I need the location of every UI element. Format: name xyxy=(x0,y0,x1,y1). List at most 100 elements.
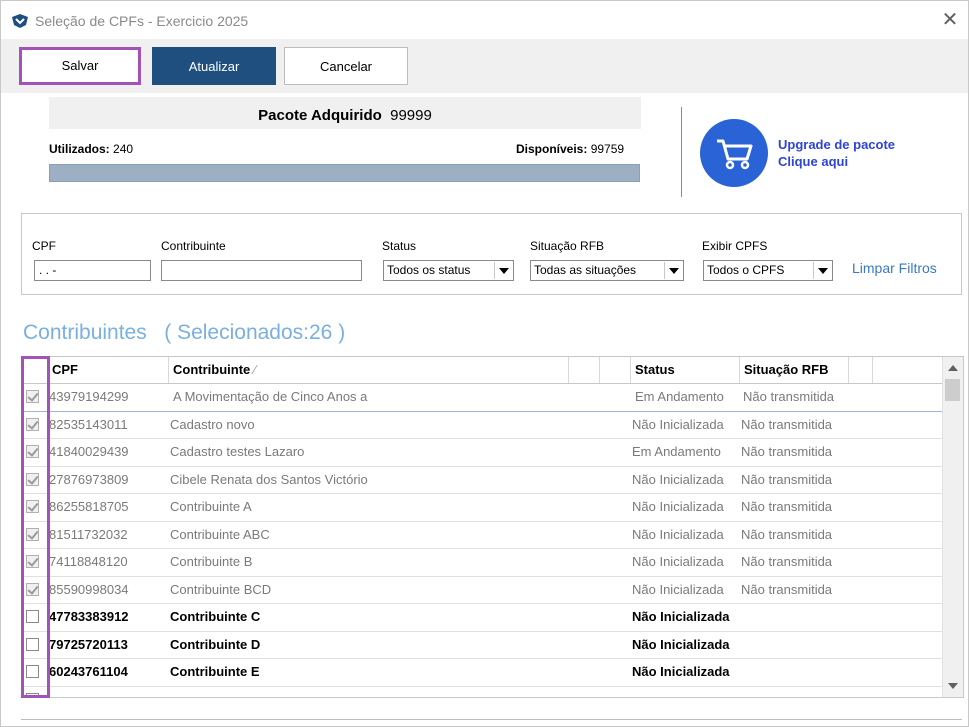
selected-count: ( Selecionados:26 ) xyxy=(164,321,346,344)
cell-contribuinte: Contribuinte E xyxy=(170,664,260,679)
status-select[interactable]: Todos os status xyxy=(383,260,514,281)
app-logo-icon xyxy=(11,13,29,29)
cell-status: Em Andamento xyxy=(635,389,724,404)
cell-cpf: 79725720113 xyxy=(49,636,128,652)
header-blank-3[interactable] xyxy=(849,357,873,383)
cell-situacao: Não transmitida xyxy=(741,471,833,487)
header-select-column[interactable] xyxy=(22,357,48,383)
table-row[interactable]: 41840029439 Cadastro testes Lazaro Em Anda… xyxy=(22,439,943,467)
chevron-down-icon[interactable] xyxy=(664,262,682,279)
sort-icon: ⁄ xyxy=(253,362,257,377)
cell-status: Não Inicializada xyxy=(632,636,730,652)
cell-status: Não Inicializada xyxy=(632,664,730,679)
close-icon[interactable]: ✕ xyxy=(939,9,961,31)
upgrade-line2: Clique aqui xyxy=(778,154,849,169)
save-button[interactable]: Salvar xyxy=(19,47,141,85)
upgrade-link[interactable]: Upgrade de pacote Clique aqui xyxy=(778,136,895,170)
table-row[interactable]: 27876973809 Cibele Renata dos Santos Vict… xyxy=(22,467,943,494)
cell-cpf: 85590998034 xyxy=(49,581,129,597)
cell-contribuinte: Cadastro novo xyxy=(170,416,255,432)
cell-status: Não Inicializada xyxy=(632,471,724,487)
cell-cpf: 27876973809 xyxy=(49,471,129,487)
cell-status: Não Inicializada xyxy=(632,416,724,432)
cell-cpf: 41840029439 xyxy=(49,444,129,459)
exibir-select[interactable]: Todos o CPFS xyxy=(703,260,833,281)
row-checkbox[interactable] xyxy=(26,665,39,678)
usage-progress-fill xyxy=(50,165,52,181)
cell-cpf: 81511732032 xyxy=(49,526,128,542)
row-checkbox[interactable] xyxy=(26,417,39,431)
title-bar: Seleção de CPFs - Exercicio 2025 ✕ xyxy=(1,1,968,39)
situacao-select[interactable]: Todas as situações xyxy=(530,260,684,281)
cell-contribuinte: Contribuinte D xyxy=(170,636,261,652)
grid-header: CPF Contribuinte ⁄ Status Situação RFB xyxy=(22,357,943,384)
row-checkbox[interactable] xyxy=(26,390,39,403)
cell-cpf: 74118848120 xyxy=(49,554,128,569)
row-checkbox[interactable] xyxy=(26,445,39,458)
status-filter-label: Status xyxy=(382,239,417,253)
cell-status: Não Inicializada xyxy=(632,526,724,542)
usage-progress-bar xyxy=(49,164,640,182)
divider xyxy=(681,107,682,197)
table-row[interactable]: 79725720113 Contribuinte D Não Inicializad… xyxy=(22,632,943,659)
package-header: Pacote Adquirido 99999 xyxy=(49,97,641,129)
used-label: Utilizados: xyxy=(49,142,110,156)
header-contribuinte[interactable]: Contribuinte ⁄ xyxy=(169,357,569,383)
cpf-filter-input[interactable]: . . - xyxy=(34,260,151,281)
row-checkbox[interactable] xyxy=(26,527,39,541)
table-row[interactable]: 47783383912 Contribuinte C Não Inicializad… xyxy=(22,604,943,632)
table-row[interactable] xyxy=(22,687,943,697)
cell-situacao: Não transmitida xyxy=(743,389,835,404)
vertical-scrollbar[interactable] xyxy=(942,357,963,697)
row-checkbox[interactable] xyxy=(26,472,39,486)
package-total: 99999 xyxy=(390,107,432,124)
table-row[interactable]: 82535143011 Cadastro novo Não Inicializada… xyxy=(22,412,943,439)
cancel-button[interactable]: Cancelar xyxy=(284,47,408,85)
cell-cpf: 82535143011 xyxy=(49,416,128,432)
chevron-down-icon[interactable] xyxy=(494,262,512,279)
cell-cpf: 60243761104 xyxy=(49,664,128,679)
cell-situacao: Não transmitida xyxy=(741,526,833,542)
scroll-thumb[interactable] xyxy=(945,379,960,401)
cell-cpf: 43979194299 xyxy=(49,389,129,404)
dialog-window: Seleção de CPFs - Exercicio 2025 ✕ Salva… xyxy=(0,0,969,727)
table-row[interactable]: 60243761104 Contribuinte E Não Inicializad… xyxy=(22,659,943,687)
cell-status: Em Andamento xyxy=(632,444,721,459)
header-situacao[interactable]: Situação RFB xyxy=(740,357,849,383)
table-row[interactable]: 74118848120 Contribuinte B Não Inicializad… xyxy=(22,549,943,577)
available-info: Disponíveis: 99759 xyxy=(516,142,624,156)
cell-contribuinte: Cadastro testes Lazaro xyxy=(170,444,305,459)
bottom-divider xyxy=(21,719,962,720)
cell-contribuinte: Contribuinte C xyxy=(170,609,261,624)
cell-contribuinte: Contribuinte A xyxy=(170,499,252,514)
row-checkbox[interactable] xyxy=(26,555,39,568)
table-row[interactable]: 43979194299 A Movimentação de Cinco Anos … xyxy=(22,384,943,412)
header-blank-2[interactable] xyxy=(600,357,631,383)
cell-contribuinte: Contribuinte B xyxy=(170,554,253,569)
update-button[interactable]: Atualizar xyxy=(152,47,276,85)
scroll-up-icon[interactable] xyxy=(948,365,958,371)
row-checkbox[interactable] xyxy=(26,500,39,513)
scroll-down-icon[interactable] xyxy=(948,683,958,689)
header-status[interactable]: Status xyxy=(631,357,740,383)
clear-filters-link[interactable]: Limpar Filtros xyxy=(852,260,937,276)
grid-rows: 43979194299 A Movimentação de Cinco Anos … xyxy=(22,384,943,697)
status-select-value: Todos os status xyxy=(387,263,471,277)
header-cpf[interactable]: CPF xyxy=(48,357,169,383)
shopping-cart-icon[interactable] xyxy=(700,119,768,187)
cell-cpf: 86255818705 xyxy=(49,499,129,514)
row-checkbox[interactable] xyxy=(26,582,39,596)
contribuinte-filter-input[interactable] xyxy=(161,260,362,281)
exibir-select-value: Todos o CPFS xyxy=(707,263,785,277)
chevron-down-icon[interactable] xyxy=(813,262,831,279)
row-checkbox[interactable] xyxy=(26,610,39,623)
table-row[interactable]: 81511732032 Contribuinte ABC Não Inicializ… xyxy=(22,522,943,549)
header-blank-1[interactable] xyxy=(569,357,600,383)
available-value: 99759 xyxy=(590,142,625,156)
row-checkbox[interactable] xyxy=(26,692,39,697)
row-checkbox[interactable] xyxy=(26,637,39,651)
section-title: Contribuintes ( Selecionados:26 ) xyxy=(23,321,345,345)
table-row[interactable]: 86255818705 Contribuinte A Não Inicializad… xyxy=(22,494,943,522)
table-row[interactable]: 85590998034 Contribuinte BCD Não Inicializ… xyxy=(22,577,943,604)
window-title: Seleção de CPFs - Exercicio 2025 xyxy=(35,13,249,29)
